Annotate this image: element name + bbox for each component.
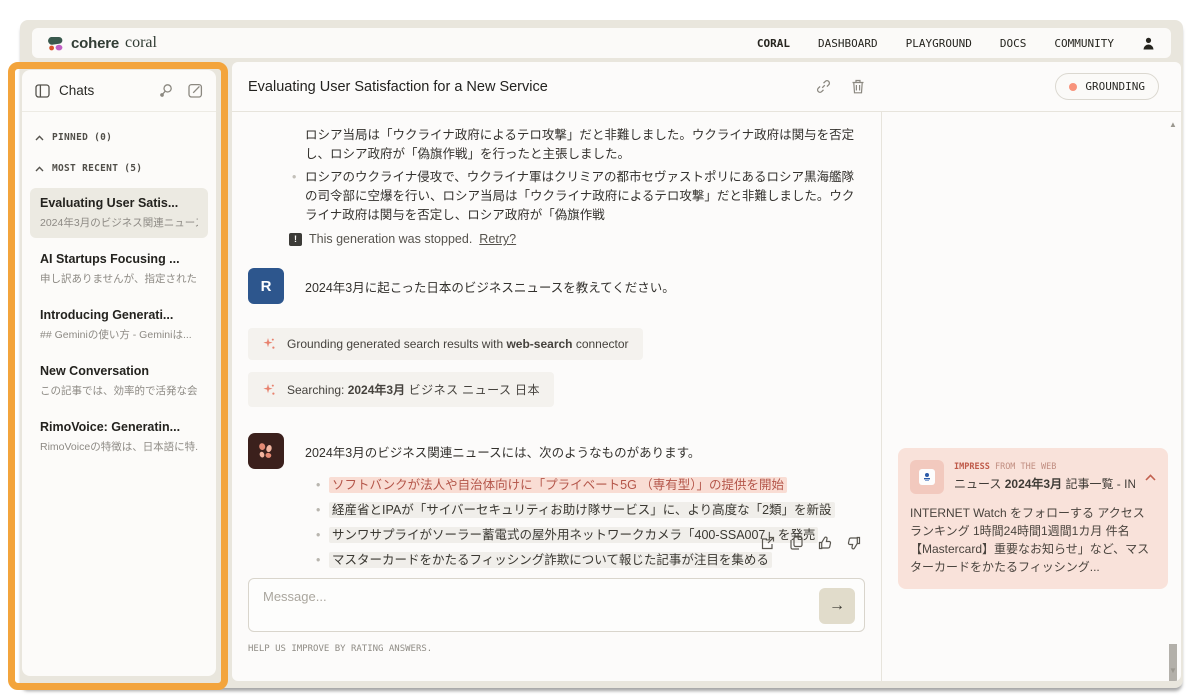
share-link-icon[interactable] xyxy=(816,79,831,94)
conversation-item[interactable]: RimoVoice: Generatin... RimoVoiceの特徴は、日本… xyxy=(30,412,208,462)
message-input[interactable] xyxy=(263,589,804,604)
thumbs-down-icon[interactable] xyxy=(847,536,861,550)
search-icon[interactable] xyxy=(159,83,174,98)
generation-stopped-row: ! This generation was stopped. Retry? xyxy=(289,232,865,246)
conversation-title: RimoVoice: Generatin... xyxy=(40,420,198,434)
citation-favicon xyxy=(910,460,944,494)
conversation-title: Evaluating User Satis... xyxy=(40,196,198,210)
conversation-item[interactable]: Evaluating User Satis... 2024年3月のビジネス関連ニ… xyxy=(30,188,208,238)
conversation-title: New Conversation xyxy=(40,364,198,378)
clipped-bot-message: ロシア当局は「ウクライナ政府によるテロ攻撃」だと非難しました。ウクライナ政府は関… xyxy=(305,126,865,225)
conversation-title: Introducing Generati... xyxy=(40,308,198,322)
send-button[interactable]: → xyxy=(819,588,855,624)
citation-titles: IMPRESS FROM THE WEB ニュース 2024年3月 記事一覧 -… xyxy=(954,462,1135,492)
citations-panel: IMPRESS FROM THE WEB ニュース 2024年3月 記事一覧 -… xyxy=(881,112,1181,681)
user-avatar: R xyxy=(248,268,284,304)
conversation-preview: ## Geminiの使い方 - Geminiは... xyxy=(40,327,198,342)
nav-item-community[interactable]: COMMUNITY xyxy=(1054,37,1114,50)
bot-message-row: 2024年3月のビジネス関連ニュースには、次のようなものがあります。 xyxy=(248,433,865,469)
nav-item-docs[interactable]: DOCS xyxy=(1000,37,1027,50)
top-navbar: cohere coral CORAL DASHBOARD PLAYGROUND … xyxy=(32,28,1171,58)
message-input-bar: → xyxy=(248,578,865,632)
bot-bullet-list: ソフトバンクが法人や自治体向けに「プライベート5G （専有型）」の提供を開始 経… xyxy=(329,478,865,568)
collapse-citation-icon[interactable] xyxy=(1145,474,1156,481)
share-export-icon[interactable] xyxy=(761,536,775,550)
citation-source: IMPRESS xyxy=(954,462,990,472)
searching-pill-text: Searching: 2024年3月 ビジネス ニュース 日本 xyxy=(287,381,540,398)
conversation-preview: RimoVoiceの特徴は、日本語に特... xyxy=(40,439,198,454)
sidebar-title: Chats xyxy=(59,83,94,98)
citation-title: ニュース 2024年3月 記事一覧 - INT... xyxy=(954,475,1135,492)
section-label: PINNED (0) xyxy=(52,132,112,143)
chat-header: Evaluating User Satisfaction for a New S… xyxy=(232,62,1181,112)
sidebar-section-pinned[interactable]: PINNED (0) xyxy=(22,132,216,143)
user-message-row: R 2024年3月に起こった日本のビジネスニュースを教えてください。 xyxy=(248,268,865,304)
chevron-up-icon xyxy=(35,166,44,172)
bot-bullet-item[interactable]: 経産省とIPAが「サイバーセキュリティお助け隊サービス」に、より高度な「2類」を… xyxy=(329,503,865,518)
conversation-preview: この記事では、効率的で活発な会... xyxy=(40,383,198,398)
chat-title: Evaluating User Satisfaction for a New S… xyxy=(248,79,796,95)
cited-text: サンワサプライがソーラー蓄電式の屋外用ネットワークカメラ「400-SSA007」… xyxy=(329,527,818,543)
scroll-down-arrow[interactable]: ▼ xyxy=(1167,666,1179,675)
grounding-event-pill: Grounding generated search results with … xyxy=(248,328,643,360)
sparkle-icon xyxy=(262,383,276,397)
bot-intro-text: 2024年3月のビジネス関連ニュースには、次のようなものがあります。 xyxy=(305,442,700,461)
cohere-logo[interactable]: cohere coral xyxy=(48,34,157,52)
thumbs-up-icon[interactable] xyxy=(818,536,832,550)
logo-text-cohere: cohere xyxy=(71,35,119,52)
grounding-badge-label: GROUNDING xyxy=(1085,80,1145,93)
conversation-title: AI Startups Focusing ... xyxy=(40,252,198,266)
rating-footer-note: HELP US IMPROVE BY RATING ANSWERS. xyxy=(248,644,432,654)
chats-sidebar: Chats PINNED (0) MOST RECENT (5) Evaluat… xyxy=(22,70,216,676)
new-chat-icon[interactable] xyxy=(188,83,203,98)
grounding-status-dot xyxy=(1069,83,1077,91)
sparkle-icon xyxy=(262,337,276,351)
nav-items: CORAL DASHBOARD PLAYGROUND DOCS COMMUNIT… xyxy=(757,37,1155,50)
message-actions xyxy=(761,536,861,550)
conversation-preview: 申し訳ありませんが、指定された UR... xyxy=(40,271,198,286)
conversation-item[interactable]: AI Startups Focusing ... 申し訳ありませんが、指定された… xyxy=(30,244,208,294)
scroll-up-arrow[interactable]: ▲ xyxy=(1167,120,1179,129)
scrollbar-thumb[interactable] xyxy=(1169,644,1177,681)
nav-item-playground[interactable]: PLAYGROUND xyxy=(906,37,972,50)
logo-text-coral: coral xyxy=(125,34,157,52)
warning-icon: ! xyxy=(289,233,302,246)
user-message-text: 2024年3月に起こった日本のビジネスニュースを教えてください。 xyxy=(305,277,675,296)
cited-text-highlighted: ソフトバンクが法人や自治体向けに「プライベート5G （専有型）」の提供を開始 xyxy=(329,477,787,493)
conversation-item[interactable]: Introducing Generati... ## Geminiの使い方 - … xyxy=(30,300,208,350)
conversation-preview: 2024年3月のビジネス関連ニュース... xyxy=(40,215,198,230)
toggle-panel-icon[interactable] xyxy=(35,84,50,98)
bot-bullet-item[interactable]: ソフトバンクが法人や自治体向けに「プライベート5G （専有型）」の提供を開始 xyxy=(329,478,865,493)
sidebar-section-most-recent[interactable]: MOST RECENT (5) xyxy=(22,163,216,174)
user-profile-icon[interactable] xyxy=(1142,37,1155,50)
conversation-item[interactable]: New Conversation この記事では、効率的で活発な会... xyxy=(30,356,208,406)
coral-bot-avatar xyxy=(248,433,284,469)
chat-scroll-area: ロシア当局は「ウクライナ政府によるテロ攻撃」だと非難しました。ウクライナ政府は関… xyxy=(232,112,881,681)
chat-main-panel: Evaluating User Satisfaction for a New S… xyxy=(232,62,1181,681)
nav-item-dashboard[interactable]: DASHBOARD xyxy=(818,37,878,50)
cohere-logo-icon xyxy=(48,35,65,52)
citation-from-label: FROM THE WEB xyxy=(995,462,1056,472)
chevron-up-icon xyxy=(35,135,44,141)
cited-text: マスターカードをかたるフィッシング詐欺について報じた記事が注目を集める xyxy=(329,552,772,568)
cited-text: 経産省とIPAが「サイバーセキュリティお助け隊サービス」に、より高度な「2類」を… xyxy=(329,502,835,518)
citation-snippet: INTERNET Watch をフォローする アクセスランキング 1時間24時間… xyxy=(910,504,1156,576)
stopped-text: This generation was stopped. xyxy=(309,232,472,246)
section-label: MOST RECENT (5) xyxy=(52,163,142,174)
searching-event-pill: Searching: 2024年3月 ビジネス ニュース 日本 xyxy=(248,372,554,407)
conversation-list: Evaluating User Satis... 2024年3月のビジネス関連ニ… xyxy=(22,174,216,462)
nav-item-coral[interactable]: CORAL xyxy=(757,37,790,50)
delete-conversation-icon[interactable] xyxy=(851,79,865,94)
grounding-badge[interactable]: GROUNDING xyxy=(1055,73,1159,100)
citation-card[interactable]: IMPRESS FROM THE WEB ニュース 2024年3月 記事一覧 -… xyxy=(898,448,1168,589)
bot-bullet-item[interactable]: マスターカードをかたるフィッシング詐欺について報じた記事が注目を集める xyxy=(329,553,865,568)
retry-link[interactable]: Retry? xyxy=(479,232,516,246)
sidebar-header: Chats xyxy=(22,70,216,112)
copy-icon[interactable] xyxy=(790,536,803,550)
scrollbar[interactable]: ▲ ▼ xyxy=(1167,120,1179,675)
message-bullet: ロシアのウクライナ侵攻で、ウクライナ軍はクリミアの都市セヴァストポリにあるロシア… xyxy=(305,168,865,225)
grounding-pill-text: Grounding generated search results with … xyxy=(287,337,629,351)
message-paragraph: ロシア当局は「ウクライナ政府によるテロ攻撃」だと非難しました。ウクライナ政府は関… xyxy=(305,126,865,164)
